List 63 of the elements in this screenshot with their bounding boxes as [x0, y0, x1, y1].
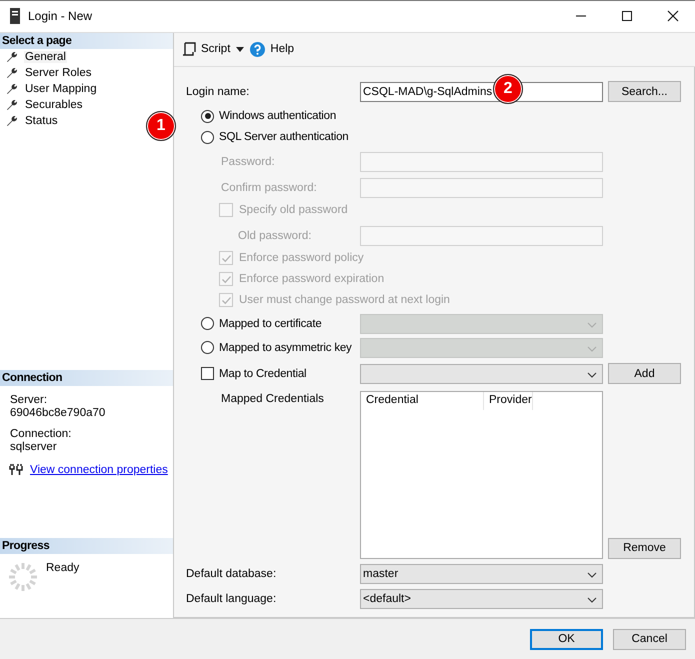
- search-button[interactable]: Search...: [608, 81, 681, 102]
- dropdown[interactable]: master: [360, 564, 603, 584]
- page-item[interactable]: Status: [6, 112, 59, 129]
- wrench-icon: [6, 50, 18, 63]
- option-label: Mapped to certificate: [219, 318, 322, 330]
- help-icon: [250, 42, 266, 57]
- dialog-button[interactable]: OK: [530, 628, 603, 650]
- section-header: Select a page: [0, 32, 173, 49]
- server-name: 69046bc8e790a70: [10, 406, 106, 420]
- checkbox-label: Enforce password policy: [239, 252, 364, 264]
- field-label: Password:: [220, 156, 276, 168]
- checkbox[interactable]: [201, 367, 214, 380]
- plug-icon: [9, 464, 23, 476]
- connection-label: Connection:: [10, 428, 72, 441]
- connection-properties-link[interactable]: View connection properties: [30, 464, 168, 476]
- option-label: SQL Server authentication: [219, 131, 348, 144]
- page-item[interactable]: User Mapping: [6, 80, 98, 97]
- option-label: Windows authentication: [219, 110, 336, 122]
- chevron-icon: [587, 322, 597, 328]
- window-title: Login - New: [28, 9, 92, 24]
- radio-button[interactable]: [201, 130, 214, 144]
- help-button[interactable]: Help: [250, 42, 294, 57]
- option-label: Mapped to asymmetric key: [219, 342, 352, 354]
- connection-name: sqlserver: [10, 440, 58, 454]
- server-label: Server:: [10, 394, 48, 407]
- field-label: Mapped Credentials: [220, 392, 325, 405]
- checkbox-label: User must change password at next login: [239, 294, 450, 306]
- remove-button[interactable]: Remove: [608, 538, 681, 559]
- spinner-icon: [8, 562, 38, 592]
- chevron-icon: [587, 372, 597, 378]
- column-header[interactable]: Provider: [484, 392, 533, 410]
- wrench-icon: [6, 98, 18, 111]
- wrench-icon: [6, 66, 18, 79]
- page-item[interactable]: Securables: [6, 96, 84, 113]
- section-header: Progress: [0, 538, 173, 554]
- add-button[interactable]: Add: [608, 363, 681, 384]
- wrench-icon: [6, 82, 18, 95]
- checkbox-label: Specify old password: [239, 204, 348, 216]
- dropdown[interactable]: <default>: [360, 588, 603, 609]
- progress-status: Ready: [46, 562, 80, 574]
- close-icon[interactable]: [667, 10, 679, 22]
- wrench-icon: [6, 114, 18, 127]
- field-label: Default database:: [186, 568, 278, 580]
- page-item[interactable]: Server Roles: [6, 64, 92, 81]
- column-header[interactable]: Credential: [361, 392, 484, 410]
- caret-icon[interactable]: [236, 46, 244, 52]
- checkbox-label: Map to Credential: [219, 368, 306, 380]
- chevron-icon: [587, 596, 597, 603]
- script-button[interactable]: Script: [182, 42, 230, 56]
- maximize-icon[interactable]: [621, 10, 633, 22]
- credential-dropdown[interactable]: [360, 364, 603, 384]
- checkbox-label: Enforce password expiration: [239, 273, 384, 286]
- section-header: Connection: [0, 370, 173, 386]
- chevron-icon: [587, 346, 597, 352]
- dialog-button[interactable]: Cancel: [613, 628, 686, 650]
- field-label: Confirm password:: [220, 182, 318, 194]
- radio-button[interactable]: [201, 110, 214, 123]
- server-icon: [10, 8, 20, 24]
- script-icon: [182, 42, 196, 56]
- chevron-icon: [587, 572, 597, 578]
- field-label: Default language:: [186, 592, 278, 605]
- field-label: Login name:: [186, 86, 250, 98]
- field-label: Old password:: [237, 230, 313, 242]
